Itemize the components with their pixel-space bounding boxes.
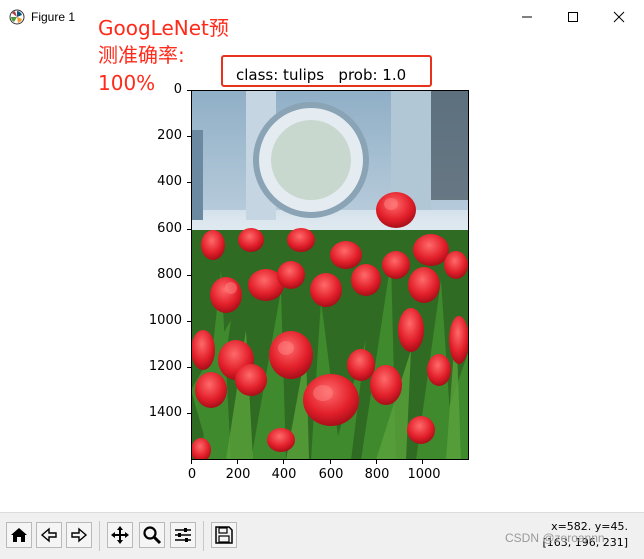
close-button[interactable] xyxy=(596,0,642,34)
x-tick-label: 400 xyxy=(271,467,297,482)
minimize-button[interactable] xyxy=(504,0,550,34)
accuracy-annotation-line2: 测准确率: xyxy=(98,43,185,67)
x-tick-label: 600 xyxy=(318,467,344,482)
configure-icon xyxy=(175,528,191,542)
pan-icon xyxy=(111,526,129,544)
plot-title: class: tulips prob: 1.0 xyxy=(236,66,407,84)
y-tick xyxy=(187,229,191,230)
x-tick xyxy=(191,460,192,464)
tulip-image xyxy=(191,90,469,460)
pan-button[interactable] xyxy=(107,522,133,548)
y-tick xyxy=(187,367,191,368)
x-tick xyxy=(376,460,377,464)
accuracy-annotation-line1: GoogLeNet预 xyxy=(98,16,229,40)
y-tick-label: 200 xyxy=(157,128,182,143)
y-tick-label: 1200 xyxy=(148,359,182,374)
y-tick xyxy=(187,182,191,183)
close-icon xyxy=(613,11,625,23)
y-tick-label: 400 xyxy=(157,174,182,189)
minimize-icon xyxy=(522,16,532,18)
tulip-photo-drawing xyxy=(191,90,469,460)
home-button[interactable] xyxy=(6,522,32,548)
y-tick xyxy=(187,413,191,414)
x-tick xyxy=(422,460,423,464)
toolbar-separator xyxy=(99,521,100,551)
x-tick xyxy=(237,460,238,464)
window-title: Figure 1 xyxy=(31,10,76,24)
forward-button[interactable] xyxy=(66,522,92,548)
x-tick-label: 800 xyxy=(364,467,390,482)
home-icon xyxy=(11,528,27,542)
y-tick-label: 1400 xyxy=(148,405,182,420)
x-tick-label: 200 xyxy=(225,467,251,482)
y-tick-label: 800 xyxy=(157,267,182,282)
accuracy-annotation-line3: 100% xyxy=(98,71,156,95)
back-button[interactable] xyxy=(36,522,62,548)
window-titlebar: Figure 1 xyxy=(0,0,644,34)
zoom-icon xyxy=(143,526,162,545)
toolbar-separator xyxy=(203,521,204,551)
matplotlib-logo-icon xyxy=(9,9,25,25)
forward-icon xyxy=(71,527,88,543)
y-tick-label: 1000 xyxy=(148,313,182,328)
x-tick xyxy=(283,460,284,464)
maximize-button[interactable] xyxy=(550,0,596,34)
y-tick xyxy=(187,90,191,91)
back-icon xyxy=(40,527,57,543)
save-icon xyxy=(215,526,233,544)
y-tick-label: 0 xyxy=(173,82,182,97)
x-tick-label: 1000 xyxy=(407,467,441,482)
y-tick xyxy=(187,136,191,137)
configure-subplots-button[interactable] xyxy=(170,522,196,548)
y-tick xyxy=(187,275,191,276)
y-tick-label: 600 xyxy=(157,221,182,236)
x-tick xyxy=(330,460,331,464)
watermark-text: CSDN @zeroannn xyxy=(505,531,605,545)
maximize-icon xyxy=(568,12,578,22)
save-button[interactable] xyxy=(211,522,237,548)
zoom-button[interactable] xyxy=(139,522,165,548)
x-tick-label: 0 xyxy=(187,467,197,482)
y-tick xyxy=(187,321,191,322)
